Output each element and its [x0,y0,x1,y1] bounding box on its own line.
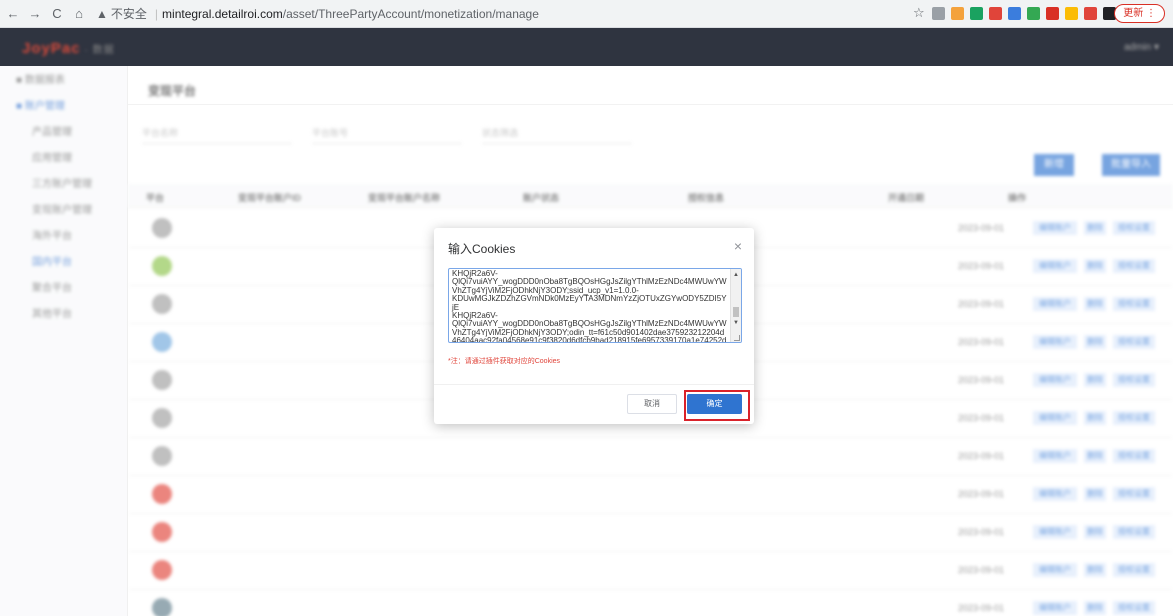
extension-icon[interactable] [932,6,945,20]
extension-icon[interactable] [1084,6,1097,20]
cookies-note: *注：请通过插件获取对应的Cookies [448,358,561,365]
extensions-bar: ☆ [913,5,1135,21]
scroll-down-icon[interactable]: ▼ [733,320,739,326]
scroll-thumb[interactable] [733,307,739,317]
url-host: mintegral.detailroi.com [162,6,283,21]
user-menu[interactable]: admin ▾ [1124,42,1159,53]
extension-icon[interactable] [1065,6,1078,20]
update-button[interactable]: 更新 ⋮ [1114,4,1165,23]
insecure-label: 不安全 [110,7,147,21]
resize-handle-icon[interactable] [734,335,740,341]
extension-icon[interactable] [1027,6,1040,20]
extension-icon[interactable] [951,6,964,20]
cookies-value: KHQjR2a6V- QlQi7vuiAYY_wogDDD0nOba8TgBQO… [452,269,727,343]
cancel-button[interactable]: 取消 [627,394,677,414]
dialog-title: 输入Cookies [448,242,516,256]
back-icon[interactable]: ← [4,5,22,23]
app-header: JoyPac · 数据 admin ▾ [0,28,1173,66]
browser-toolbar: ← → C ⌂ ▲ 不安全 | mintegral.detailroi.com … [0,0,1173,28]
extension-icon[interactable] [989,6,1002,20]
forward-icon[interactable]: → [26,5,44,23]
extension-icon[interactable] [1046,6,1059,20]
close-icon[interactable]: × [734,238,742,254]
app-logo: JoyPac · 数据 [22,40,115,57]
url-path: /asset/ThreePartyAccount/monetization/ma… [282,6,539,21]
bookmark-star-icon[interactable]: ☆ [913,5,926,21]
cookies-textarea[interactable]: KHQjR2a6V- QlQi7vuiAYY_wogDDD0nOba8TgBQO… [448,268,742,343]
textarea-scrollbar[interactable]: ▲ ▼ [730,269,741,342]
highlight-box [684,390,750,421]
scroll-up-icon[interactable]: ▲ [733,272,739,278]
home-icon[interactable]: ⌂ [70,5,88,23]
extension-icon[interactable] [1008,6,1021,20]
reload-icon[interactable]: C [48,5,66,23]
address-bar[interactable]: ▲ 不安全 | mintegral.detailroi.com /asset/T… [96,3,916,25]
warning-icon: ▲ [96,6,108,21]
extension-icon[interactable] [970,6,983,20]
